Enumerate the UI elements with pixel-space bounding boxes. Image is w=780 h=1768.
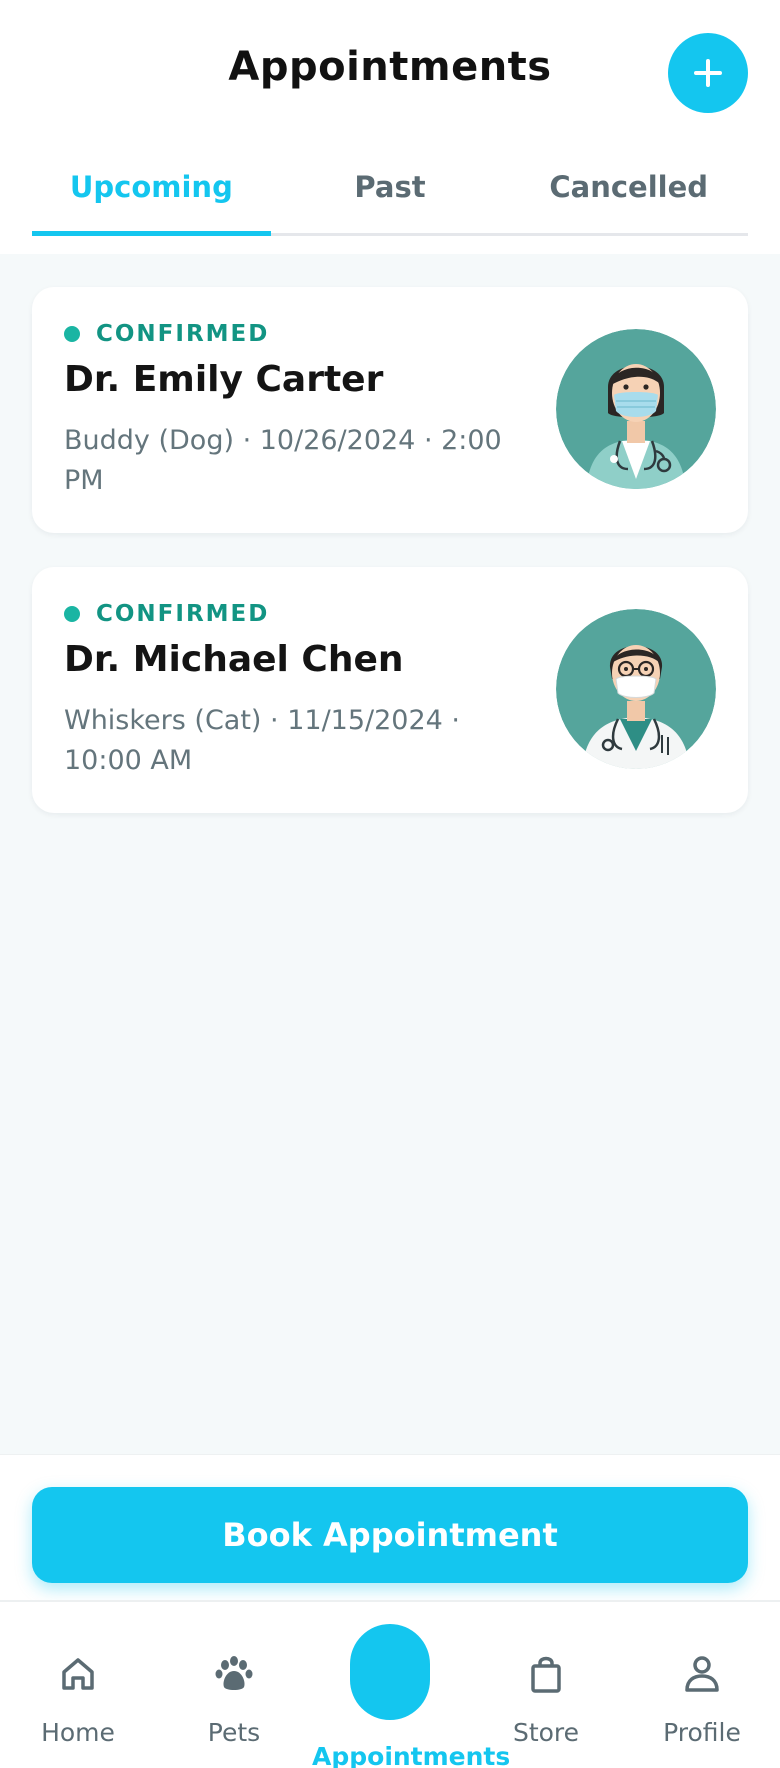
- calendar-icon: [350, 1624, 430, 1720]
- doctor-glasses-mask-icon: [556, 609, 716, 769]
- tab-cancelled[interactable]: Cancelled: [509, 160, 748, 233]
- doctor-female-mask-icon: [556, 329, 716, 489]
- nav-item-profile[interactable]: Profile: [624, 1602, 780, 1768]
- appointment-card[interactable]: CONFIRMED Dr. Michael Chen Whiskers (Cat…: [32, 567, 748, 813]
- nav-item-pets[interactable]: Pets: [156, 1602, 312, 1768]
- book-appointment-button[interactable]: Book Appointment: [32, 1487, 748, 1583]
- user-icon: [685, 1656, 719, 1692]
- bottom-navigation: Home Pets Appointments Store Profile: [0, 1600, 780, 1768]
- tab-bar: Upcoming Past Cancelled: [32, 160, 748, 236]
- nav-label: Appointments: [312, 1742, 511, 1768]
- nav-item-home[interactable]: Home: [0, 1602, 156, 1768]
- home-icon: [62, 1658, 94, 1690]
- nav-item-store[interactable]: Store: [468, 1602, 624, 1768]
- page-title: Appointments: [228, 44, 552, 90]
- tab-upcoming[interactable]: Upcoming: [32, 160, 271, 236]
- status-badge: CONFIRMED: [64, 597, 269, 631]
- nav-label: Pets: [207, 1718, 261, 1747]
- add-appointment-button[interactable]: [668, 33, 748, 113]
- bottom-action-bar: Book Appointment: [0, 1454, 780, 1600]
- status-label: CONFIRMED: [96, 321, 270, 347]
- status-dot: [64, 606, 80, 622]
- nav-label: Profile: [663, 1718, 741, 1747]
- status-dot: [64, 326, 80, 342]
- doctor-name: Dr. Emily Carter: [64, 359, 384, 400]
- nav-item-appointments[interactable]: Appointments: [312, 1602, 511, 1768]
- nav-label: Store: [512, 1718, 580, 1747]
- doctor-name: Dr. Michael Chen: [64, 639, 404, 680]
- doctor-avatar: [556, 329, 716, 489]
- status-badge: CONFIRMED: [64, 317, 269, 351]
- doctor-avatar: [556, 609, 716, 769]
- tab-past[interactable]: Past: [271, 160, 510, 233]
- nav-label: Home: [41, 1718, 115, 1747]
- appointment-details: Whiskers (Cat) · 11/15/2024 · 10:00 AM: [64, 705, 460, 776]
- header: Appointments Upcoming Past Cancelled: [0, 0, 780, 254]
- paw-icon: [215, 1656, 253, 1690]
- status-label: CONFIRMED: [96, 601, 270, 627]
- appointment-card[interactable]: CONFIRMED Dr. Emily Carter Buddy (Dog) ·…: [32, 287, 748, 533]
- appointment-details: Buddy (Dog) · 10/26/2024 · 2:00 PM: [64, 425, 502, 496]
- plus-icon: [694, 59, 722, 87]
- shopping-bag-icon: [531, 1656, 561, 1693]
